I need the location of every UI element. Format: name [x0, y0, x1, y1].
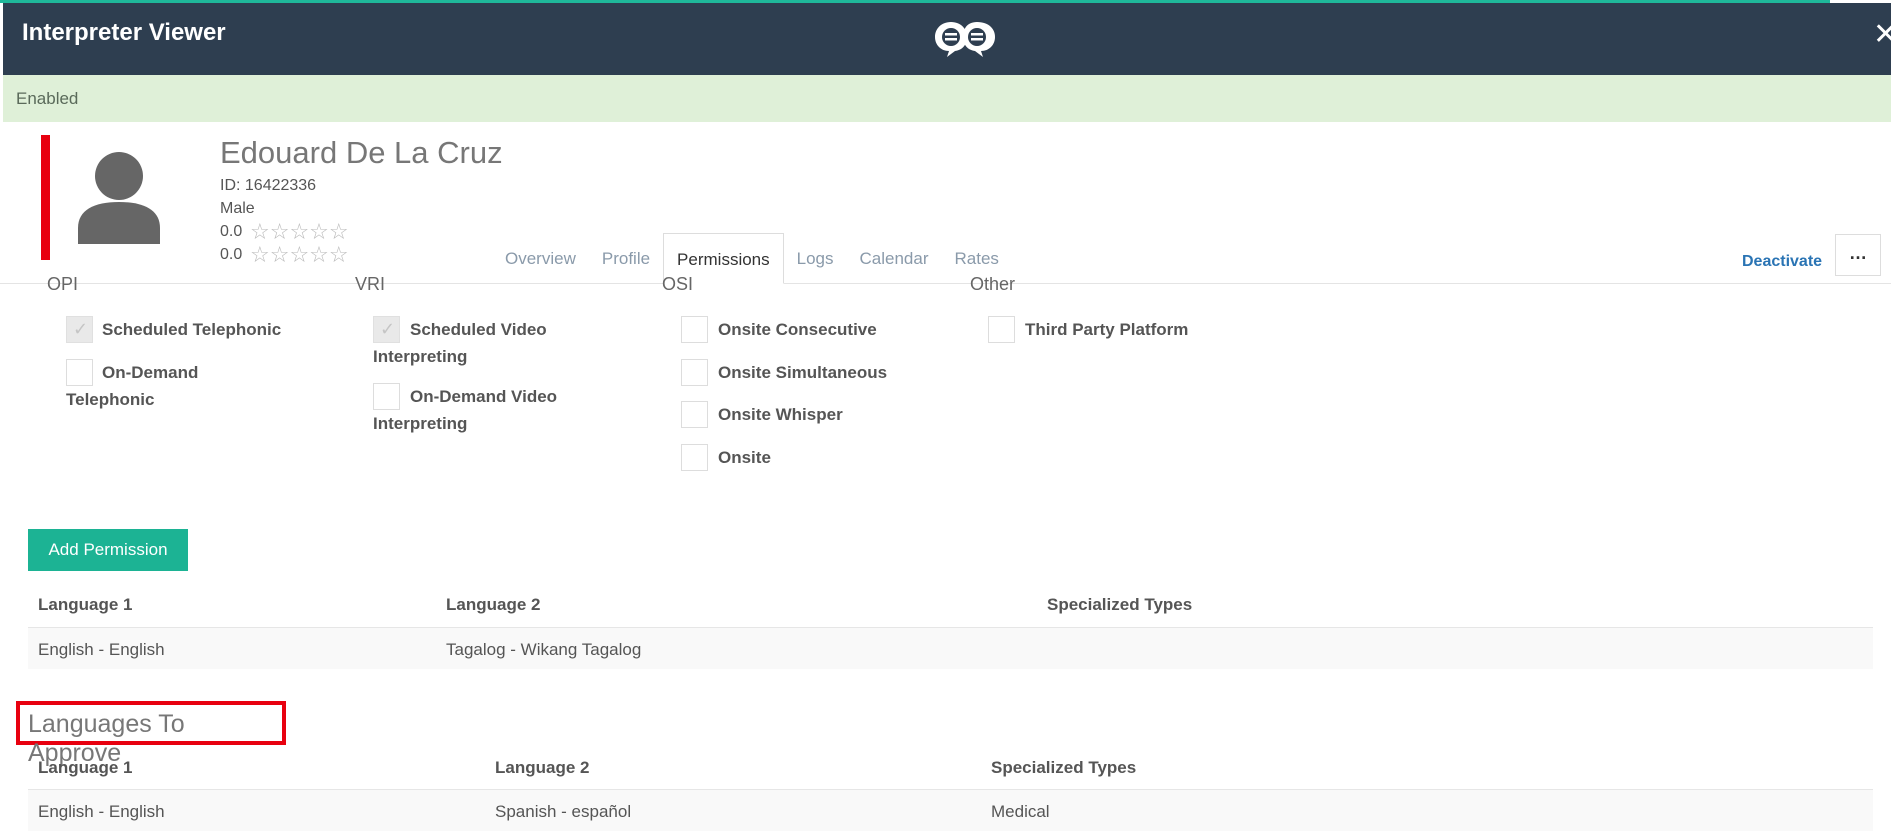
deactivate-link[interactable]: Deactivate	[1742, 253, 1822, 271]
interpreter-gender: Male	[220, 200, 255, 217]
label-onsite: Onsite	[718, 448, 771, 467]
approve-cell-language-1: English - English	[38, 802, 165, 821]
chat-bubbles-logo-icon	[935, 22, 995, 57]
permissions-header-language-2: Language 2	[446, 595, 541, 614]
checkbox-scheduled-telephonic[interactable]	[66, 316, 93, 343]
profile-accent-bar	[41, 135, 50, 260]
checkbox-onsite[interactable]	[681, 444, 708, 471]
rating-value-1: 0.0	[220, 223, 243, 240]
rating-stars-2-icon: ☆☆☆☆☆	[250, 242, 349, 267]
checkbox-onsite-consecutive[interactable]	[681, 316, 708, 343]
approve-cell-language-2: Spanish - español	[495, 802, 632, 821]
languages-to-approve-title: Languages To Approve	[16, 701, 286, 767]
user-avatar-icon	[78, 152, 160, 244]
label-on-demand-telephonic: On-Demand Telephonic	[66, 363, 199, 409]
label-scheduled-telephonic: Scheduled Telephonic	[102, 320, 282, 339]
label-onsite-whisper: Onsite Whisper	[718, 405, 843, 424]
interpreter-name: Edouard De La Cruz	[220, 135, 503, 170]
close-icon[interactable]: ✕	[1873, 17, 1891, 52]
rating-stars-1-icon: ☆☆☆☆☆	[250, 219, 349, 244]
checkbox-onsite-simultaneous[interactable]	[681, 359, 708, 386]
category-heading-opi: OPI	[47, 277, 79, 291]
category-heading-other: Other	[970, 277, 1016, 291]
checkbox-third-party-platform[interactable]	[988, 316, 1015, 343]
tab-calendar[interactable]: Calendar	[847, 233, 942, 283]
approve-header-specialized-types: Specialized Types	[991, 758, 1137, 777]
tab-overview[interactable]: Overview	[492, 233, 589, 283]
more-options-button[interactable]: …	[1835, 234, 1881, 276]
table-row	[28, 627, 1873, 669]
tab-rates[interactable]: Rates	[942, 233, 1012, 283]
label-onsite-consecutive: Onsite Consecutive	[718, 320, 877, 339]
status-label: Enabled	[16, 89, 79, 108]
table-row	[28, 789, 1873, 831]
tab-logs[interactable]: Logs	[784, 233, 847, 283]
label-on-demand-video: On-Demand Video Interpreting	[373, 387, 558, 433]
label-third-party-platform: Third Party Platform	[1025, 320, 1189, 339]
app-header: Interpreter Viewer ✕	[3, 3, 1891, 75]
permissions-cell-language-1: English - English	[38, 640, 165, 659]
status-bar: Enabled	[3, 75, 1891, 122]
category-heading-vri: VRI	[355, 277, 386, 291]
rating-value-2: 0.0	[220, 246, 243, 263]
add-permission-button[interactable]: Add Permission	[28, 529, 188, 571]
approve-cell-specialized-types: Medical	[991, 802, 1050, 821]
approve-header-language-1: Language 1	[38, 758, 133, 777]
permissions-header-language-1: Language 1	[38, 595, 133, 614]
tabs-divider	[0, 283, 1891, 284]
label-scheduled-video: Scheduled Video Interpreting	[373, 320, 547, 366]
permissions-header-specialized-types: Specialized Types	[1047, 595, 1193, 614]
app-title: Interpreter Viewer	[22, 19, 226, 46]
permissions-cell-language-2: Tagalog - Wikang Tagalog	[446, 640, 642, 659]
tab-bar: Overview Profile Permissions Logs Calend…	[492, 233, 1012, 284]
checkbox-onsite-whisper[interactable]	[681, 401, 708, 428]
label-onsite-simultaneous: Onsite Simultaneous	[718, 363, 888, 382]
interpreter-id: ID: 16422336	[220, 177, 317, 194]
category-heading-osi: OSI	[662, 277, 694, 291]
tab-profile[interactable]: Profile	[589, 233, 663, 283]
approve-header-language-2: Language 2	[495, 758, 590, 777]
